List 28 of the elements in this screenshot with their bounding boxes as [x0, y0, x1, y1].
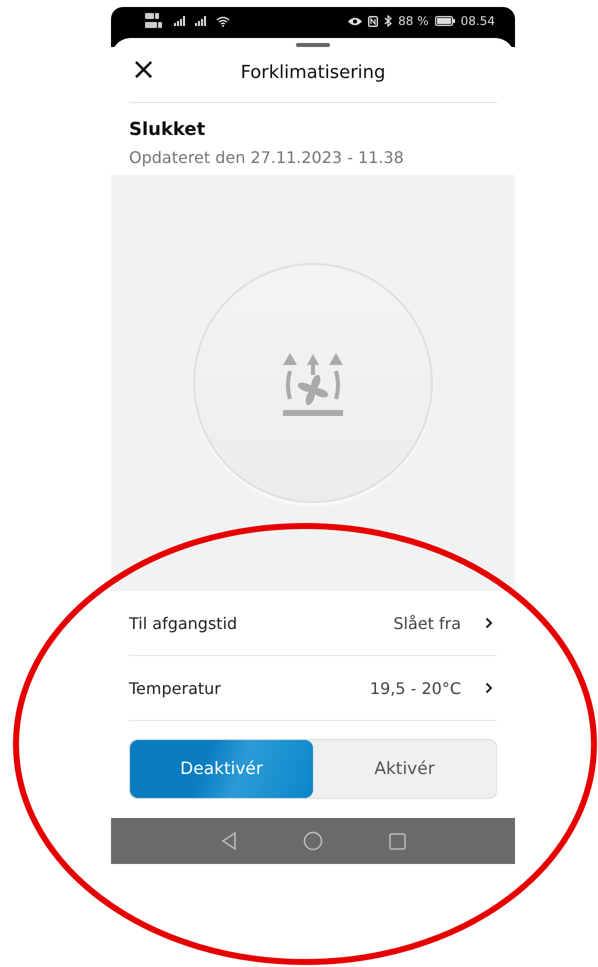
sim-badge-icon — [145, 13, 165, 29]
segment-button[interactable]: Deaktivér — [130, 740, 313, 798]
row-label: Temperatur — [129, 678, 222, 698]
drag-handle[interactable] — [296, 43, 330, 47]
battery-icon — [434, 16, 455, 26]
signal-icon — [195, 16, 207, 26]
recents-icon[interactable] — [388, 832, 406, 850]
row-value: Slået fra — [393, 614, 461, 632]
row-value: 19,5 - 20°C — [370, 678, 461, 698]
home-icon[interactable] — [302, 831, 322, 851]
battery-percentage: 88 % — [398, 14, 429, 28]
signal-icon — [174, 16, 186, 26]
clock: 08.54 — [460, 14, 495, 28]
settings-row[interactable]: Temperatur 19,5 - 20°C — [129, 656, 497, 721]
back-icon[interactable] — [220, 832, 236, 850]
close-button[interactable]: × — [129, 56, 158, 84]
status-title: Slukket — [129, 119, 206, 140]
nfc-icon — [368, 16, 378, 26]
chevron-right-icon — [485, 617, 493, 629]
row-label: Til afgangstid — [129, 614, 238, 632]
chevron-right-icon — [485, 682, 493, 694]
segment-button[interactable]: Aktivér — [313, 740, 496, 798]
wifi-icon — [216, 16, 230, 26]
eye-icon — [348, 16, 362, 26]
updated-time: Opdateret den 27.11.2023 - 11.38 — [129, 148, 405, 167]
settings-row[interactable]: Til afgangstid Slået fra — [129, 591, 497, 656]
bluetooth-icon — [384, 15, 392, 27]
screen-title: Forklimatisering — [240, 62, 386, 82]
